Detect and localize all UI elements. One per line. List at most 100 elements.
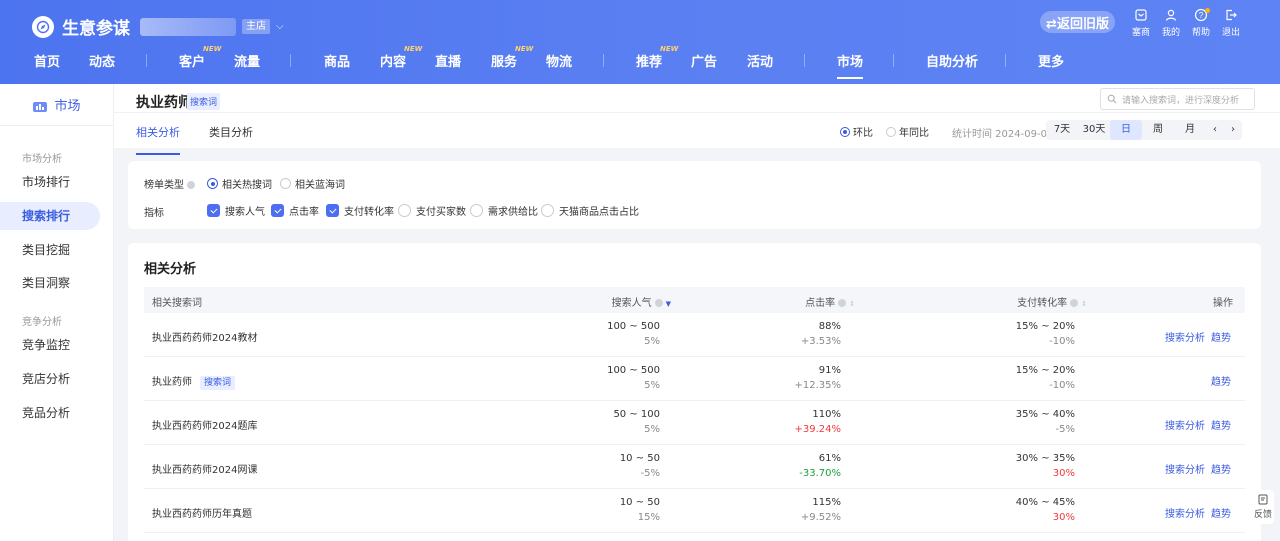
nav-self-analysis[interactable]: 自助分析 <box>926 51 978 70</box>
sidebar-item-competitor-product[interactable]: 竞品分析 <box>0 399 100 427</box>
back-to-old-version-button[interactable]: ⇄返回旧版 <box>1040 11 1115 33</box>
logout-icon[interactable]: 退出 <box>1216 8 1246 38</box>
nav-service[interactable]: 服务 NEW <box>491 45 533 70</box>
sidebar-group-competition: 竞争分析 <box>22 317 62 328</box>
new-badge: NEW <box>203 45 222 53</box>
period-30d[interactable]: 30天 <box>1078 120 1110 140</box>
chevron-right-icon[interactable]: › <box>1224 120 1242 140</box>
panel-title: 相关分析 <box>144 262 197 277</box>
period-day[interactable]: 日 <box>1110 120 1142 140</box>
nav-customers[interactable]: 客户 NEW <box>179 45 221 70</box>
sidebar-header[interactable]: 市场 <box>0 84 113 126</box>
logout-label: 退出 <box>1221 28 1240 38</box>
nav-logistics[interactable]: 物流 <box>546 51 572 70</box>
sidebar-item-market-rank[interactable]: 市场排行 <box>0 168 100 196</box>
market-icon <box>33 101 48 112</box>
nav-traffic[interactable]: 流量 <box>234 51 260 70</box>
nav-more[interactable]: 更多 <box>1038 51 1064 70</box>
feedback-button[interactable]: 反馈 <box>1252 490 1274 524</box>
feedback-icon <box>1258 494 1267 505</box>
trend-link[interactable]: 趋势 <box>1211 461 1231 476</box>
col-popularity[interactable]: 搜索人气 ▼ <box>612 294 671 309</box>
help-icon[interactable] <box>1070 299 1079 307</box>
sidebar-item-search-rank[interactable]: 搜索排行 <box>0 202 100 230</box>
tab-related-analysis[interactable]: 相关分析 <box>136 124 180 155</box>
app-name: 生意参谋 <box>62 19 130 39</box>
sidebar-item-competitor-shop[interactable]: 竞店分析 <box>0 365 100 393</box>
trend-link[interactable]: 趋势 <box>1211 505 1231 520</box>
search-analysis-link[interactable]: 搜索分析 <box>1165 329 1205 344</box>
nav-market[interactable]: 市场 <box>837 51 864 79</box>
cell-ctr: 61% -33.70% <box>799 453 841 479</box>
col-conversion[interactable]: 支付转化率 ⇕ <box>1017 294 1087 309</box>
sidebar-group-market: 市场分析 <box>22 154 62 165</box>
search-analysis-link[interactable]: 搜索分析 <box>1165 505 1205 520</box>
app-logo[interactable]: 生意参谋 主店 ⌵ <box>32 14 284 39</box>
search-icon <box>1107 94 1117 104</box>
nav-content[interactable]: 内容 NEW <box>380 45 422 70</box>
col-keyword: 相关搜索词 <box>152 298 202 309</box>
radio-dot <box>207 178 218 189</box>
nav-home[interactable]: 首页 <box>34 51 60 70</box>
tab-category-analysis[interactable]: 类目分析 <box>209 124 253 140</box>
row-keyword: 执业药师 搜索词 <box>152 373 236 390</box>
period-selector: 7天 30天 日 周 月 ‹ › <box>1046 120 1242 140</box>
help-icon[interactable]: ? 帮助 <box>1186 8 1216 38</box>
period-week[interactable]: 周 <box>1142 120 1174 140</box>
sidebar-item-competition-monitor[interactable]: 竞争监控 <box>0 331 100 359</box>
sort-desc-icon[interactable]: ▼ <box>666 300 671 308</box>
checkbox-unchecked <box>541 204 554 217</box>
cell-conversion: 40% ~ 45% 30% <box>1015 497 1075 523</box>
metric-tmall-click-share[interactable]: 天猫商品点击占比 <box>541 203 639 218</box>
trend-link[interactable]: 趋势 <box>1211 373 1231 388</box>
radio-dot <box>840 126 850 137</box>
sidebar-item-category-insight[interactable]: 类目洞察 <box>0 269 100 297</box>
help-icon[interactable] <box>838 299 847 307</box>
search-analysis-link[interactable]: 搜索分析 <box>1165 461 1205 476</box>
cell-conversion: 15% ~ 20% -10% <box>1015 365 1075 391</box>
row-keyword: 执业西药药师2024题库 <box>152 421 258 432</box>
metric-buyers[interactable]: 支付买家数 <box>398 203 466 218</box>
metric-demand-supply[interactable]: 需求供给比 <box>470 203 538 218</box>
rank-type-blue-ocean[interactable]: 相关蓝海词 <box>280 176 345 191</box>
title-bar: 执业药师 搜索词 请输入搜索词，进行深度分析 相关分析 类目分析 环比 年同比 … <box>114 84 1280 155</box>
period-7d[interactable]: 7天 <box>1046 120 1078 140</box>
row-actions: 搜索分析 趋势 <box>1159 329 1231 344</box>
sidebar-item-category-mining[interactable]: 类目挖掘 <box>0 236 100 264</box>
search-analysis-link[interactable]: 搜索分析 <box>1165 417 1205 432</box>
keyword-search-input[interactable]: 请输入搜索词，进行深度分析 <box>1100 88 1255 110</box>
nav-ads[interactable]: 广告 <box>691 51 717 70</box>
checkbox-checked <box>326 204 339 217</box>
cell-popularity: 10 ~ 50 15% <box>619 497 660 523</box>
sort-icon[interactable]: ⇕ <box>1081 300 1087 308</box>
table-row: 执业西药药师2024教材 100 ~ 500 5% 88% +3.53% 15% ~ 20… <box>144 313 1245 357</box>
help-icon[interactable] <box>654 299 663 307</box>
nav-live[interactable]: 直播 <box>435 51 461 70</box>
compare-mom-radio[interactable]: 环比 <box>840 124 873 139</box>
metric-ctr[interactable]: 点击率 <box>271 203 319 218</box>
nav-recommend[interactable]: 推荐 NEW <box>636 45 678 70</box>
table-row: 执业西药药师2024网课 10 ~ 50 -5% 61% -33.70% 30% ~ 35… <box>144 445 1245 489</box>
nav-dynamics[interactable]: 动态 <box>89 51 115 70</box>
checkbox-unchecked <box>470 204 483 217</box>
help-icon[interactable] <box>187 181 195 189</box>
metric-conversion[interactable]: 支付转化率 <box>326 203 394 218</box>
nav-products[interactable]: 商品 <box>324 51 350 70</box>
table-row: 执业西药药师2024题库 50 ~ 100 5% 110% +39.24% 35% ~ 4… <box>144 401 1245 445</box>
nav-activities[interactable]: 活动 <box>747 51 773 70</box>
user-icon[interactable]: 我的 <box>1156 8 1186 38</box>
mail-icon[interactable]: 塞商 <box>1126 8 1156 38</box>
cell-ctr: 110% +39.24% <box>794 409 841 435</box>
compare-yoy-radio[interactable]: 年同比 <box>886 124 929 139</box>
new-badge: NEW <box>515 45 534 53</box>
rank-type-hot[interactable]: 相关热搜词 <box>207 176 272 191</box>
chevron-left-icon[interactable]: ‹ <box>1206 120 1224 140</box>
trend-link[interactable]: 趋势 <box>1211 417 1231 432</box>
col-ctr[interactable]: 点击率 ⇕ <box>805 294 855 309</box>
metric-search-popularity[interactable]: 搜索人气 <box>207 203 265 218</box>
period-month[interactable]: 月 <box>1174 120 1206 140</box>
sort-icon[interactable]: ⇕ <box>849 300 855 308</box>
cell-popularity: 10 ~ 50 -5% <box>619 453 660 479</box>
chevron-down-icon[interactable]: ⌵ <box>276 21 284 32</box>
trend-link[interactable]: 趋势 <box>1211 329 1231 344</box>
